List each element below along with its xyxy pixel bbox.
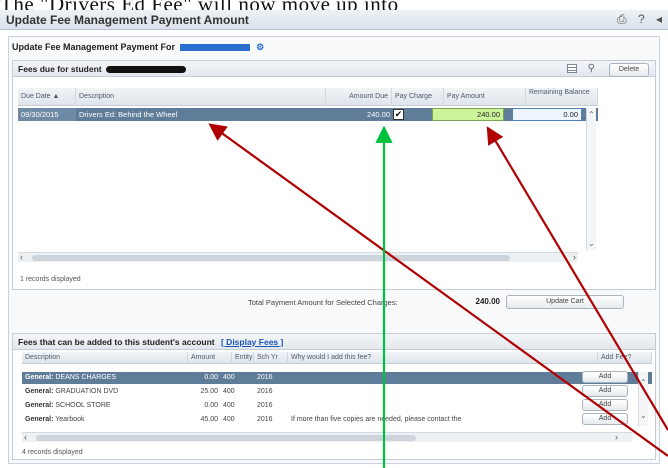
window-tools: ⎙ ? ◂ [609, 12, 662, 27]
fee-amount-due: 240.00 [367, 110, 390, 119]
fees-add-vscroll[interactable]: ⌃ ⌄ [638, 372, 648, 426]
col-due-date[interactable]: Due Date ▲ [18, 88, 76, 106]
add-fee-row[interactable]: General: SCHOOL STORE 0.00 400 2016 [22, 400, 652, 412]
redacted-student [105, 66, 186, 74]
fees-add-grid-header: Description Amount Entity Sch Yr Why wou… [22, 352, 652, 364]
scroll-left-icon[interactable]: ‹ [20, 252, 23, 262]
pay-amount-input[interactable] [432, 108, 504, 121]
zoom-icon[interactable]: ⚲ [588, 63, 595, 74]
fees-due-hscroll[interactable]: ‹ › [18, 252, 578, 262]
update-cart-button[interactable]: Update Cart [506, 295, 624, 309]
col-add-fee[interactable]: Add Fee? [598, 352, 652, 364]
fees-add-header: Fees that can be added to this student's… [13, 334, 655, 350]
col-amount-due[interactable]: Amount Due [326, 88, 392, 106]
col-add-entity[interactable]: Entity [232, 352, 254, 364]
scroll-right-icon[interactable]: › [573, 252, 576, 262]
fees-due-records: 1 records displayed [20, 276, 81, 283]
col-pay-amount[interactable]: Pay Amount [444, 88, 526, 106]
back-icon[interactable]: ◂ [656, 12, 662, 26]
fees-due-vscroll[interactable]: ⌃ ⌄ [586, 108, 596, 250]
add-fee-button[interactable]: Add [582, 385, 628, 397]
scroll-up-icon[interactable]: ⌃ [640, 378, 647, 387]
scroll-left-icon[interactable]: ‹ [24, 432, 27, 442]
redacted-student-name [179, 44, 250, 52]
display-fees-link[interactable]: [ Display Fees ] [221, 337, 283, 347]
col-add-description[interactable]: Description [22, 352, 188, 364]
fees-due-title: Fees due for student [18, 64, 102, 74]
scroll-up-icon[interactable]: ⌃ [588, 110, 595, 119]
grid-icon[interactable] [567, 64, 577, 73]
remaining-balance-input [512, 108, 582, 121]
hscroll-thumb[interactable] [36, 435, 416, 441]
window-title: Update Fee Management Payment Amount [6, 13, 249, 27]
col-add-amount[interactable]: Amount [188, 352, 232, 364]
info-icon[interactable]: ⚙ [256, 42, 264, 52]
fee-due-date: 09/30/2015 [18, 108, 76, 121]
add-fee-row[interactable]: General: GRADUATION DVD 25.00 400 2016 [22, 386, 652, 398]
add-fee-row[interactable]: General: Yearbook 45.00 400 2016 If more… [22, 414, 652, 426]
payment-heading: Update Fee Management Payment For ⚙ [12, 42, 265, 52]
add-fee-button[interactable]: Add [582, 399, 628, 411]
fees-due-grid-header: Due Date ▲ Description Amount Due Pay Ch… [18, 88, 598, 106]
scroll-down-icon[interactable]: ⌄ [588, 239, 595, 248]
col-pay-charge[interactable]: Pay Charge [392, 88, 444, 106]
fees-add-hscroll[interactable]: ‹ › [22, 432, 632, 442]
print-icon[interactable]: ⎙ [617, 12, 627, 26]
scroll-down-icon[interactable]: ⌄ [640, 411, 647, 420]
fees-add-title: Fees that can be added to this student's… [18, 337, 215, 347]
total-label: Total Payment Amount for Selected Charge… [248, 298, 398, 307]
add-fee-button[interactable]: Add [582, 371, 628, 383]
col-add-year[interactable]: Sch Yr [254, 352, 288, 364]
hscroll-thumb[interactable] [32, 255, 510, 261]
col-description[interactable]: Description [76, 88, 326, 106]
col-add-why[interactable]: Why would I add this fee? [288, 352, 598, 364]
pay-charge-checkbox[interactable]: ✔ [393, 109, 404, 120]
help-icon[interactable]: ? [638, 12, 645, 26]
delete-button[interactable]: Delete [609, 63, 649, 77]
fees-due-header: Fees due for student [13, 61, 655, 77]
fee-row-drivers-ed[interactable]: 09/30/2015 Drivers Ed: Behind the Wheel … [18, 108, 598, 121]
col-remaining[interactable]: Remaining Balance [526, 88, 598, 106]
fee-description: Drivers Ed: Behind the Wheel [79, 110, 178, 119]
add-fee-button[interactable]: Add [582, 413, 628, 425]
add-fee-row[interactable]: General: DEANS CHARGES 0.00 400 2016 [22, 372, 652, 384]
scroll-right-icon[interactable]: › [615, 432, 618, 442]
window-titlebar: Update Fee Management Payment Amount ⎙ ?… [0, 10, 668, 30]
fees-add-records: 4 records displayed [22, 449, 83, 456]
total-value: 240.00 [475, 297, 500, 306]
